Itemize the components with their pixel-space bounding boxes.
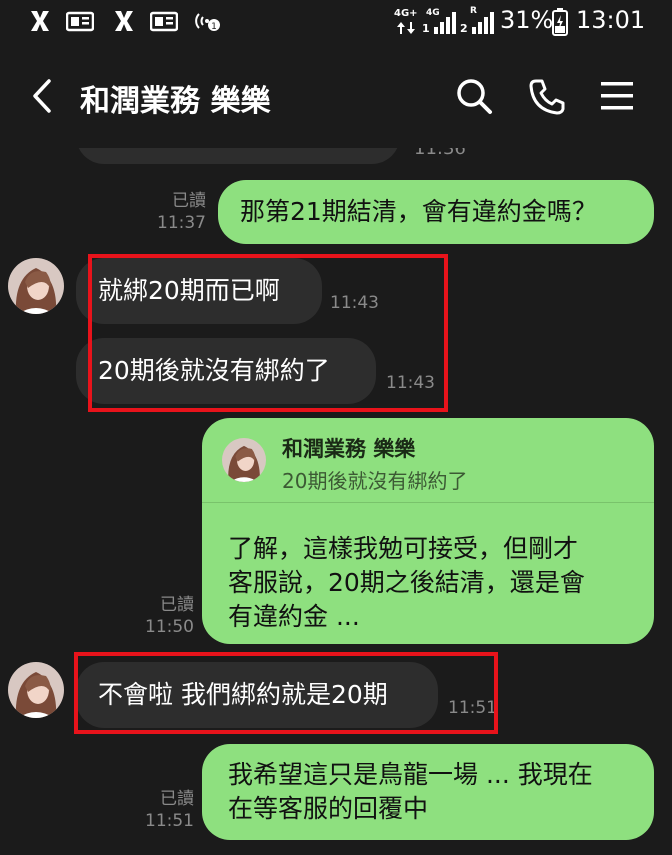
chat-title: 和潤業務 樂樂 — [80, 84, 271, 119]
message-time: 11:51 — [145, 811, 194, 831]
highlight-box — [88, 254, 448, 412]
message-time: 11:36 — [414, 148, 466, 159]
status-bar: 1 4G+ 4G 1 R 2 31% 13:01 — [0, 0, 672, 44]
read-receipt: 已讀 — [160, 595, 194, 615]
incoming-bubble-partial — [76, 148, 400, 164]
message-meta: 已讀 11:37 — [150, 190, 206, 234]
contact-photo — [222, 438, 266, 482]
battery-icon — [552, 8, 568, 36]
reply-divider — [202, 502, 654, 503]
read-receipt: 已讀 — [172, 191, 206, 211]
outgoing-bubble[interactable]: 我希望這只是鳥龍一場 ... 我現在 在等客服的回覆中 — [202, 744, 654, 840]
data-arrows-icon — [397, 22, 415, 34]
avatar[interactable] — [8, 258, 64, 314]
chat-area[interactable]: 11:36 已讀 11:37 那第21期結清，會有違約金嗎？ 就綁20期而已啊 … — [0, 148, 672, 855]
back-arrow-icon[interactable] — [30, 78, 54, 114]
highlight-box — [74, 652, 498, 734]
message-time: 11:50 — [145, 617, 194, 637]
chat-header: 和潤業務 樂樂 — [0, 44, 672, 148]
signal-bars-icon — [472, 12, 494, 34]
hotspot-icon: 1 — [195, 13, 220, 32]
outgoing-reply-bubble[interactable]: 和潤業務 樂樂 20期後就沒有綁約了 了解，這樣我勉可接受，但剛才 客服說，20… — [202, 418, 654, 644]
search-icon[interactable] — [455, 77, 495, 117]
app-x-icon — [31, 11, 49, 31]
clock: 13:01 — [576, 6, 646, 34]
avatar[interactable] — [8, 662, 64, 718]
contact-photo — [8, 662, 64, 718]
signal-bars-icon — [434, 12, 456, 34]
news-icon — [150, 11, 178, 32]
message-text: 我希望這只是鳥龍一場 ... 我現在 在等客服的回覆中 — [228, 760, 593, 823]
read-receipt: 已讀 — [160, 789, 194, 809]
reply-quoted-text: 20期後就沒有綁約了 — [282, 469, 468, 493]
reply-sender-name: 和潤業務 樂樂 — [282, 437, 416, 461]
message-meta: 已讀 11:50 — [138, 594, 194, 638]
message-text: 那第21期結清，會有違約金嗎？ — [240, 197, 597, 226]
outgoing-bubble[interactable]: 那第21期結清，會有違約金嗎？ — [218, 180, 654, 244]
battery-percent: 31% — [500, 6, 554, 34]
message-text: 了解，這樣我勉可接受，但剛才 客服說，20期之後結清，還是會 有違約金 ... — [228, 534, 585, 631]
message-time: 11:37 — [157, 213, 206, 233]
sim2-signal: R 2 — [460, 6, 496, 36]
svg-text:1: 1 — [211, 22, 217, 32]
sim1-signal: 4G 1 — [422, 6, 458, 36]
network-4g-plus-indicator: 4G+ — [394, 6, 420, 36]
news-icon — [66, 11, 94, 32]
contact-photo — [8, 258, 64, 314]
phone-call-icon[interactable] — [527, 77, 567, 117]
reply-avatar — [222, 438, 266, 482]
app-x-icon — [115, 11, 133, 31]
menu-icon[interactable] — [598, 80, 636, 112]
message-meta: 已讀 11:51 — [138, 788, 194, 832]
